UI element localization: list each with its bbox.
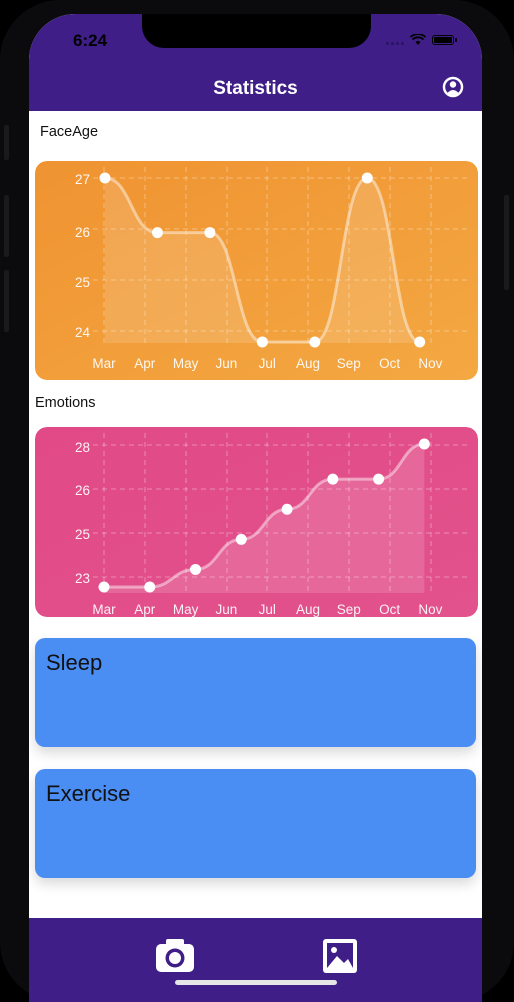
page-title: Statistics: [213, 78, 298, 99]
data-point[interactable]: [190, 563, 202, 575]
faceage-card-bg: [35, 161, 478, 380]
data-point[interactable]: [418, 438, 430, 450]
statistics-content[interactable]: FaceAge 27 26 25 24 Mar Apr May Jun Jul Aug Sep Oct…: [29, 111, 482, 918]
faceage-chart-card: 27 26 25 24 Mar Apr May Jun Jul Aug Sep Oct Nov: [35, 161, 478, 380]
x-tick-label: May: [173, 356, 199, 371]
y-tick-label: 25: [75, 527, 90, 542]
x-tick-label: Oct: [379, 356, 400, 371]
exercise-card[interactable]: Exercise: [35, 769, 476, 878]
battery-icon: [432, 35, 457, 45]
data-point[interactable]: [235, 533, 247, 545]
data-point[interactable]: [256, 336, 268, 348]
y-tick-label: 25: [75, 275, 90, 290]
x-tick-label: Sep: [337, 602, 361, 617]
data-point[interactable]: [98, 581, 110, 593]
x-tick-label: May: [173, 602, 199, 617]
x-tick-label: Jun: [216, 356, 238, 371]
cellular-signal-icon: [386, 35, 404, 45]
volume-up-button: [4, 195, 9, 257]
x-tick-label: Oct: [379, 602, 400, 617]
wifi-icon: [410, 34, 426, 45]
y-tick-label: 24: [75, 325, 91, 340]
data-point[interactable]: [327, 473, 339, 485]
data-point[interactable]: [414, 336, 426, 348]
x-tick-label: Jul: [259, 602, 276, 617]
app-screen: 6:24 Statistics FaceAge 27 26 25 24 Mar …: [29, 14, 482, 1002]
x-tick-label: Mar: [92, 356, 116, 371]
y-tick-label: 23: [75, 571, 90, 586]
faceage-label: FaceAge: [40, 124, 99, 140]
status-time: 6:24: [73, 31, 108, 50]
notch: [142, 14, 371, 48]
side-button: [504, 195, 509, 290]
x-tick-label: Aug: [296, 356, 320, 371]
home-indicator: [175, 980, 337, 985]
data-point[interactable]: [281, 503, 293, 515]
data-point[interactable]: [99, 172, 111, 184]
data-point[interactable]: [151, 227, 163, 239]
data-point[interactable]: [373, 473, 385, 485]
exercise-title: Exercise: [46, 781, 131, 806]
x-tick-label: Jun: [216, 602, 238, 617]
x-tick-label: Nov: [418, 356, 442, 371]
nav-bar: Statistics: [29, 70, 482, 111]
data-point[interactable]: [309, 336, 321, 348]
faceage-chart: 27 26 25 24 Mar Apr May Jun Jul Aug Sep Oct Nov: [35, 161, 478, 380]
image-gallery-icon[interactable]: [320, 936, 360, 974]
volume-down-button: [4, 270, 9, 332]
x-tick-label: Jul: [259, 356, 276, 371]
x-tick-label: Apr: [134, 602, 156, 617]
x-tick-label: Apr: [134, 356, 156, 371]
sleep-title: Sleep: [46, 650, 103, 675]
person-circle-icon[interactable]: [442, 76, 464, 98]
x-tick-label: Nov: [418, 602, 442, 617]
y-tick-label: 28: [75, 440, 90, 455]
y-tick-label: 26: [75, 483, 90, 498]
mute-switch: [4, 125, 9, 160]
y-tick-label: 26: [75, 225, 90, 240]
sleep-card[interactable]: Sleep: [35, 638, 476, 747]
data-point[interactable]: [144, 581, 156, 593]
emotions-label: Emotions: [35, 395, 96, 411]
x-tick-label: Mar: [92, 602, 116, 617]
camera-icon[interactable]: [155, 936, 195, 974]
emotions-chart-card: 28 26 25 23 Mar Apr May Jun Jul Aug Sep Oct Nov: [35, 427, 478, 617]
status-icons: [386, 34, 457, 46]
y-tick-label: 27: [75, 172, 90, 187]
x-tick-label: Aug: [296, 602, 320, 617]
data-point[interactable]: [361, 172, 373, 184]
tab-bar: [29, 918, 482, 1002]
x-tick-label: Sep: [337, 356, 361, 371]
data-point[interactable]: [204, 227, 216, 239]
emotions-chart: 28 26 25 23 Mar Apr May Jun Jul Aug Sep Oct Nov: [35, 427, 478, 617]
